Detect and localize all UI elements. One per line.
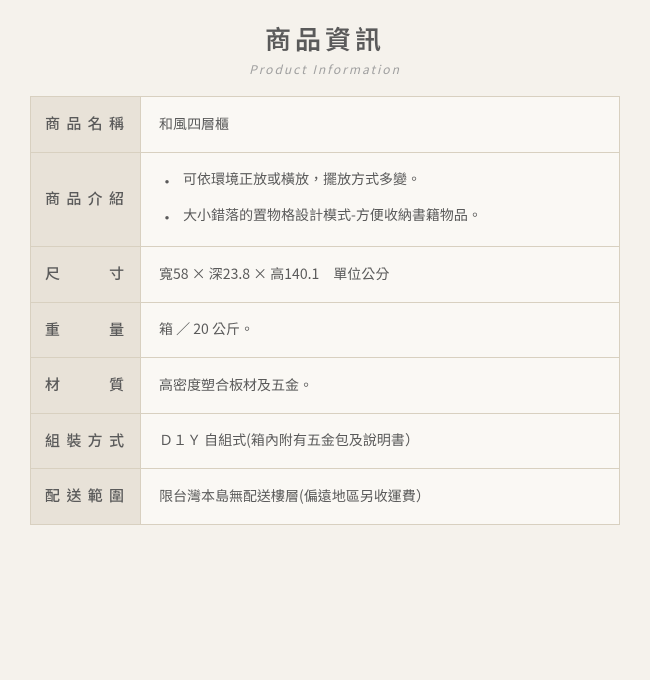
row-value: 箱 ／ 20 公斤。 bbox=[141, 302, 620, 358]
row-label: 尺 寸 bbox=[31, 247, 141, 303]
table-row: 尺 寸寬58 × 深23.8 × 高140.1 單位公分 bbox=[31, 247, 620, 303]
bullet-icon: • bbox=[159, 167, 175, 196]
table-row: 配送範圍限台灣本島無配送樓層(偏遠地區另收運費） bbox=[31, 469, 620, 525]
description-item: • 可依環境正放或橫放，擺放方式多變。 bbox=[159, 167, 601, 196]
table-row: 重 量箱 ／ 20 公斤。 bbox=[31, 302, 620, 358]
product-info-table: 商品名稱和風四層櫃商品介紹 • 可依環境正放或橫放，擺放方式多變。 • 大小錯落的置物格… bbox=[30, 96, 620, 525]
description-text: 大小錯落的置物格設計模式-方便收納書籍物品。 bbox=[183, 203, 601, 228]
row-label: 材 質 bbox=[31, 358, 141, 414]
bullet-icon: • bbox=[159, 203, 175, 232]
table-row: 組裝方式Ｄ１Ｙ 自組式(箱內附有五金包及說明書） bbox=[31, 413, 620, 469]
table-row: 商品介紹 • 可依環境正放或橫放，擺放方式多變。 • 大小錯落的置物格設計模式-方便收納… bbox=[31, 152, 620, 247]
row-value: 和風四層櫃 bbox=[141, 97, 620, 153]
row-label: 配送範圍 bbox=[31, 469, 141, 525]
description-text: 可依環境正放或橫放，擺放方式多變。 bbox=[183, 167, 601, 192]
row-value: 寬58 × 深23.8 × 高140.1 單位公分 bbox=[141, 247, 620, 303]
row-label: 商品名稱 bbox=[31, 97, 141, 153]
row-value: Ｄ１Ｙ 自組式(箱內附有五金包及說明書） bbox=[141, 413, 620, 469]
row-label: 重 量 bbox=[31, 302, 141, 358]
page-subtitle: Product Information bbox=[30, 61, 620, 78]
page-title: 商品資訊 bbox=[30, 20, 620, 57]
product-info-container: 商品資訊 Product Information 商品名稱和風四層櫃商品介紹 • 可… bbox=[30, 20, 620, 525]
row-label: 商品介紹 bbox=[31, 152, 141, 247]
table-row: 商品名稱和風四層櫃 bbox=[31, 97, 620, 153]
row-value: 限台灣本島無配送樓層(偏遠地區另收運費） bbox=[141, 469, 620, 525]
table-row: 材 質高密度塑合板材及五金。 bbox=[31, 358, 620, 414]
row-label: 組裝方式 bbox=[31, 413, 141, 469]
row-value: 高密度塑合板材及五金。 bbox=[141, 358, 620, 414]
row-value: • 可依環境正放或橫放，擺放方式多變。 • 大小錯落的置物格設計模式-方便收納書籍物品… bbox=[141, 152, 620, 247]
description-item: • 大小錯落的置物格設計模式-方便收納書籍物品。 bbox=[159, 203, 601, 232]
header: 商品資訊 Product Information bbox=[30, 20, 620, 78]
